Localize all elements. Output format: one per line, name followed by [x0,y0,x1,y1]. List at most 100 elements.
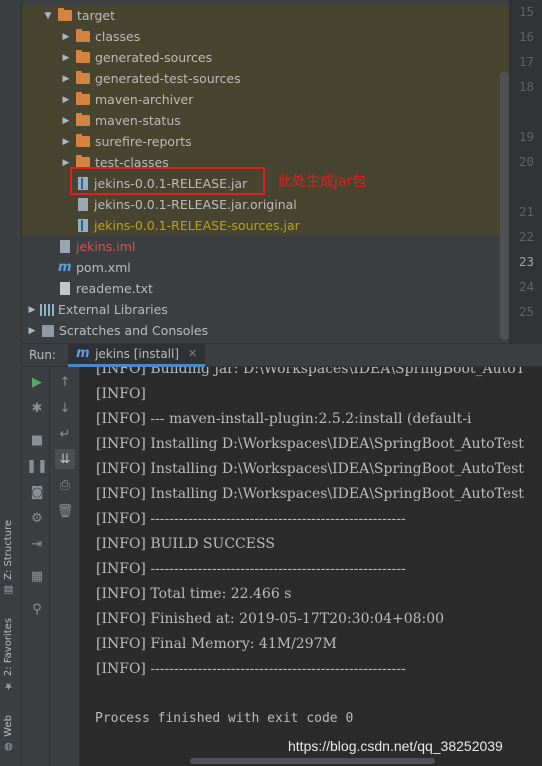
exit-icon[interactable]: ⇥ [27,534,47,554]
arrow-down-icon[interactable]: ↓ [55,398,75,418]
tree-item-readme[interactable]: reademe.txt [22,278,509,299]
print-icon[interactable]: ⎙ [55,475,75,495]
tree-item-label: jekins.iml [76,239,136,254]
scroll-to-end-icon[interactable]: ⇊ [55,449,75,469]
line-number: 20 [518,154,534,169]
watermark: https://blog.csdn.net/qq_38252039 [288,738,503,754]
tree-item-label: classes [95,29,141,44]
web-tab-label: Web [3,715,14,737]
stop-icon[interactable]: ■ [27,430,47,450]
line-number: 21 [518,204,534,219]
line-number: 17 [518,54,534,69]
tree-item-scratches[interactable]: ▶ Scratches and Consoles [22,320,509,341]
tree-scrollbar[interactable] [500,72,509,340]
editor-gutter: 15 16 17 18 19 20 21 22 23 24 25 [509,0,542,343]
tree-item-folder[interactable]: ▶ generated-test-sources [22,68,509,89]
console-line: [INFO] Building jar: D:\Workspaces\IDEA\… [96,367,526,377]
folder-icon [76,50,90,63]
console-line: [INFO] Finished at: 2019-05-17T20:30:04+… [96,611,445,627]
pin-icon[interactable]: ⚲ [27,599,47,619]
folder-icon [76,29,90,42]
line-number: 22 [518,229,534,244]
build-status-line: [INFO] BUILD SUCCESS [96,536,275,552]
line-number: 18 [518,79,534,94]
debug-icon[interactable]: ✱ [27,398,47,418]
chevron-right-icon[interactable]: ▶ [60,137,72,147]
console-horizontal-scrollbar[interactable] [190,758,435,764]
dump-threads-icon[interactable]: ◙ [27,482,47,502]
chevron-right-icon[interactable]: ▶ [60,53,72,63]
chevron-right-icon[interactable]: ▶ [26,305,38,315]
console-line: [INFO] Total time: 22.466 s [96,586,292,602]
structure-icon: ▤ [3,583,14,595]
iml-file-icon [60,240,70,253]
tree-item-label: maven-archiver [95,92,194,107]
chevron-right-icon[interactable]: ▶ [60,95,72,105]
exit-message: Process finished with exit code 0 [95,711,354,726]
tree-item-external-libraries[interactable]: ▶ External Libraries [22,299,509,320]
tree-item-label: jekins-0.0.1-RELEASE-sources.jar [94,218,300,233]
trash-icon[interactable]: 🗑 [55,501,75,521]
tree-item-folder[interactable]: ▶ generated-sources [22,47,509,68]
current-line-number: 23 [518,254,534,269]
console-line: [INFO] ---------------------------------… [96,511,406,527]
chevron-right-icon[interactable]: ▶ [60,32,72,42]
console-line: [INFO] [96,386,146,402]
maven-icon: m [76,346,90,361]
run-toolbar-primary: ▶ ✱ ■ ❚❚ ◙ ⚙ ⇥ ▦ ⚲ [22,367,50,766]
tree-item-label: External Libraries [58,302,168,317]
tree-item-label: target [77,8,116,23]
tree-item-label: jekins-0.0.1-RELEASE.jar.original [94,197,297,212]
console-line: [INFO] ---------------------------------… [96,661,406,677]
scratches-icon [42,324,54,337]
run-label: Run: [29,348,57,362]
callout-label: 此处生成jar包 [278,174,367,190]
structure-tab[interactable]: ▤ Z: Structure [3,520,14,595]
favorites-tab[interactable]: ★ 2: Favorites [3,618,14,691]
console-output[interactable]: [INFO] Building jar: D:\Workspaces\IDEA\… [80,367,542,766]
console-line: [INFO] Installing D:\Workspaces\IDEA\Spr… [96,461,524,477]
text-file-icon [60,282,70,295]
close-icon[interactable]: ✕ [188,347,197,360]
tree-item-sources-jar[interactable]: jekins-0.0.1-RELEASE-sources.jar [22,215,509,236]
console-line: [INFO] Installing D:\Workspaces\IDEA\Spr… [96,436,524,452]
tree-item-folder[interactable]: ▶ classes [22,26,509,47]
tree-item-label: generated-sources [95,50,213,65]
tree-item-target[interactable]: ▼ target [22,5,509,26]
tree-item-jar-original[interactable]: jekins-0.0.1-RELEASE.jar.original [22,194,509,215]
jar-icon [78,219,88,232]
maven-icon: m [58,260,72,275]
folder-icon [58,8,72,21]
rerun-icon[interactable]: ▶ [27,372,47,392]
soft-wrap-icon[interactable]: ↵ [55,424,75,444]
arrow-up-icon[interactable]: ↑ [55,372,75,392]
run-tab-label: jekins [install] [95,346,180,361]
chevron-down-icon[interactable]: ▼ [42,11,54,21]
globe-icon: ◍ [3,740,14,752]
tree-item-pom[interactable]: m pom.xml [22,257,509,278]
web-tab[interactable]: ◍ Web [3,715,14,752]
tree-item-iml[interactable]: jekins.iml [22,236,509,257]
tree-item-folder[interactable]: ▶ surefire-reports [22,131,509,152]
folder-icon [76,71,90,84]
console-line: [INFO] Final Memory: 41M/297M [96,636,337,652]
folder-icon [76,113,90,126]
tree-item-label: pom.xml [76,260,131,275]
run-toolbar-secondary: ↑ ↓ ↵ ⇊ ⎙ 🗑 [50,367,80,766]
star-icon: ★ [3,680,14,692]
tree-item-folder[interactable]: ▶ maven-archiver [22,89,509,110]
chevron-right-icon[interactable]: ▶ [26,326,38,336]
folder-icon [76,92,90,105]
tree-item-folder[interactable]: ▶ maven-status [22,110,509,131]
tree-item-label: Scratches and Consoles [59,323,209,338]
pause-icon[interactable]: ❚❚ [26,456,48,476]
console-line: [INFO] Installing D:\Workspaces\IDEA\Spr… [96,486,524,502]
chevron-right-icon[interactable]: ▶ [60,158,72,168]
settings-icon[interactable]: ⚙ [27,508,47,528]
tree-item-label: maven-status [95,113,181,128]
chevron-right-icon[interactable]: ▶ [60,74,72,84]
structure-tab-label: Z: Structure [3,520,14,580]
layout-icon[interactable]: ▦ [27,566,47,586]
chevron-right-icon[interactable]: ▶ [60,116,72,126]
run-tab-jekins-install[interactable]: m jekins [install] ✕ [68,343,206,367]
